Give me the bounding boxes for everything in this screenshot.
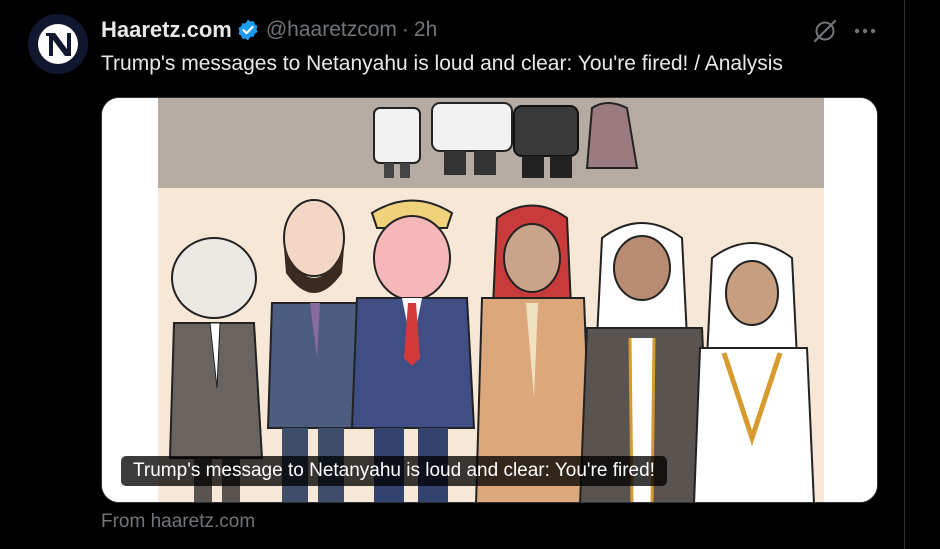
verified-badge-icon [236, 18, 260, 42]
author-handle[interactable]: @haaretzcom [266, 18, 397, 42]
avatar[interactable] [28, 14, 88, 74]
tweet-header: Haaretz.com @haaretzcom · 2h [101, 16, 437, 44]
card-source-link[interactable]: From haaretz.com [101, 510, 255, 534]
author-name[interactable]: Haaretz.com [101, 17, 232, 43]
tweet-text: Trump's messages to Netanyahu is loud an… [101, 52, 783, 75]
editorial-cartoon-image [102, 98, 877, 502]
separator-dot: · [401, 18, 409, 41]
haaretz-logo-icon [38, 24, 78, 64]
timestamp[interactable]: 2h [414, 18, 437, 42]
tweet[interactable]: Haaretz.com @haaretzcom · 2h Trump's mes… [0, 0, 904, 549]
grok-icon[interactable] [812, 18, 838, 44]
card-title[interactable]: Trump's message to Netanyahu is loud and… [121, 456, 667, 486]
column-divider [904, 0, 905, 549]
link-card[interactable]: Trump's message to Netanyahu is loud and… [101, 97, 878, 503]
more-options-icon[interactable] [852, 18, 878, 44]
